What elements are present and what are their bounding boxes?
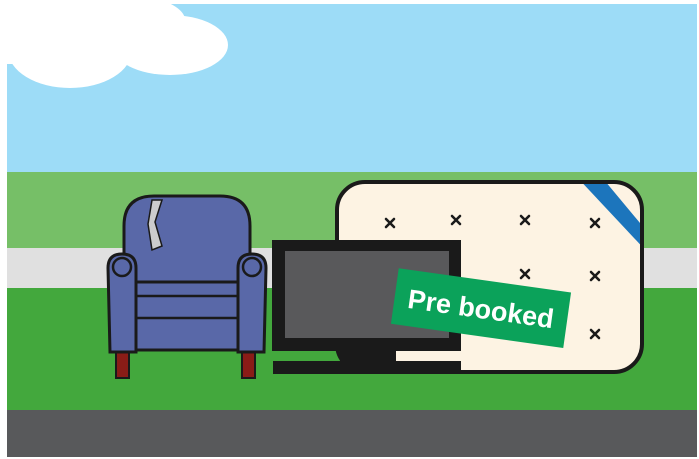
tv-stand — [273, 361, 461, 374]
chair-back — [122, 194, 252, 292]
chair-seat — [128, 280, 246, 352]
road — [7, 410, 697, 457]
tv-neck — [340, 349, 396, 363]
kerbside-collection-illustration: Pre booked — [0, 0, 699, 459]
armchair — [106, 194, 268, 379]
